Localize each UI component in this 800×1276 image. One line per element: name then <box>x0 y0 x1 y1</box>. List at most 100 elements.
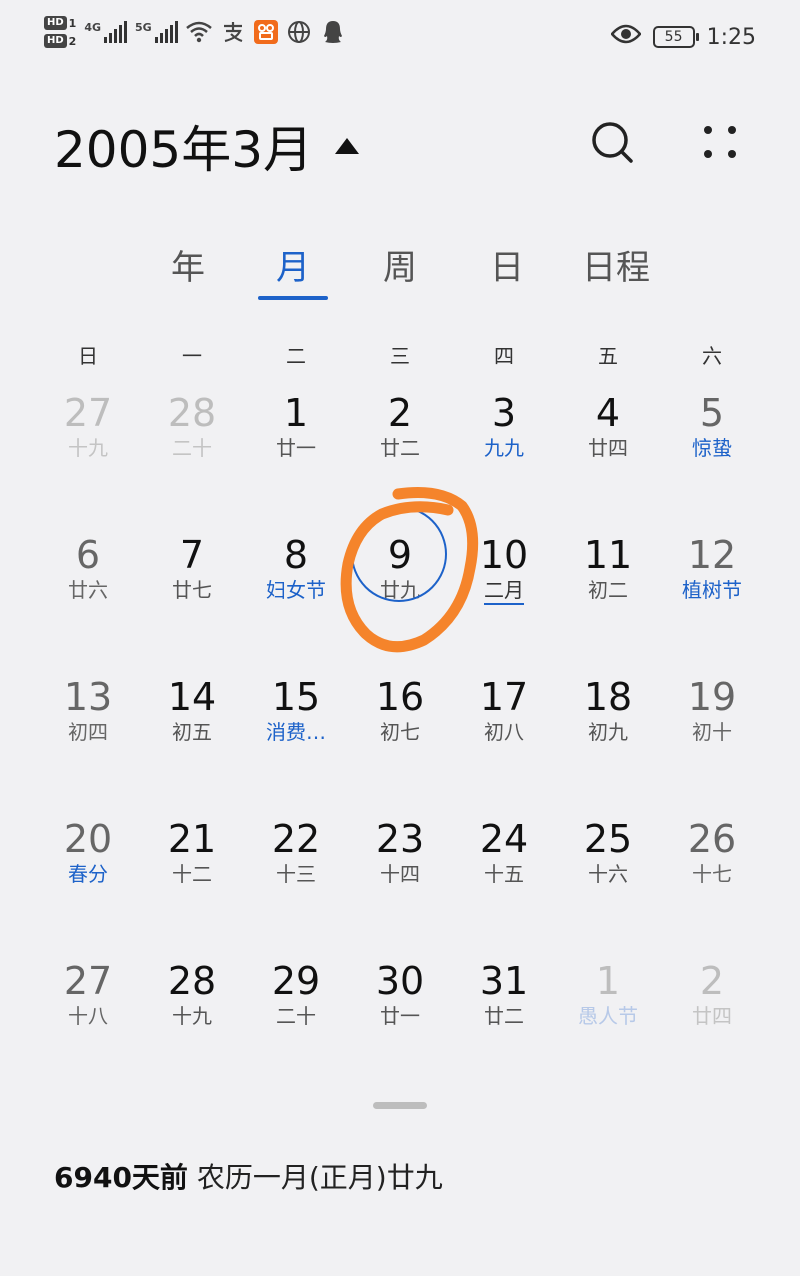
day-number: 6 <box>75 533 101 577</box>
day-number: 18 <box>583 675 633 719</box>
day-number: 17 <box>479 675 529 719</box>
day-number: 12 <box>687 533 737 577</box>
lunar-day-label: 二十 <box>172 436 212 460</box>
lunar-day-label: 初二 <box>588 578 628 602</box>
lunar-day-label: 初七 <box>380 720 420 744</box>
calendar-day[interactable]: 29 二十 <box>244 960 348 1102</box>
day-number: 22 <box>271 817 321 861</box>
day-number: 27 <box>63 391 113 435</box>
qq-icon <box>320 19 346 45</box>
collapse-triangle-icon[interactable] <box>335 138 360 154</box>
lunar-day-label: 初四 <box>68 720 108 744</box>
calendar-day[interactable]: 23 十四 <box>348 818 452 960</box>
calendar-day[interactable]: 11 初二 <box>556 534 660 676</box>
month-selector[interactable]: 2005年3月 <box>54 110 360 182</box>
lunar-day-label: 十八 <box>68 1004 108 1028</box>
calendar-day[interactable]: 30 廿一 <box>348 960 452 1102</box>
tab-year[interactable]: 年 <box>168 240 208 289</box>
lunar-day-label: 廿四 <box>692 1004 732 1028</box>
day-number: 27 <box>63 959 113 1003</box>
day-number: 25 <box>583 817 633 861</box>
tab-week[interactable]: 周 <box>380 240 420 289</box>
calendar-day[interactable]: 27 十九 <box>36 392 140 534</box>
weekday-label: 一 <box>182 344 202 368</box>
globe-icon <box>286 19 312 45</box>
calendar-day[interactable]: 22 十三 <box>244 818 348 960</box>
festival-label: 消费… <box>266 720 326 744</box>
day-number: 23 <box>375 817 425 861</box>
calendar-day[interactable]: 6 廿六 <box>36 534 140 676</box>
battery-icon: 55 <box>652 26 699 48</box>
day-number: 30 <box>375 959 425 1003</box>
page-title[interactable]: 2005年3月 <box>54 110 313 182</box>
calendar-day[interactable]: 25 十六 <box>556 818 660 960</box>
tab-month[interactable]: 月 <box>273 240 313 289</box>
calendar-day[interactable]: 24 十五 <box>452 818 556 960</box>
lunar-day-label: 初十 <box>692 720 732 744</box>
festival-label: 妇女节 <box>266 578 326 602</box>
calendar-day[interactable]: 17 初八 <box>452 676 556 818</box>
calendar-day[interactable]: 2 廿四 <box>660 960 764 1102</box>
calendar-day[interactable]: 26 十七 <box>660 818 764 960</box>
app-icon <box>253 20 278 44</box>
calendar-day[interactable]: 28 十九 <box>140 960 244 1102</box>
tab-day[interactable]: 日 <box>487 240 527 289</box>
calendar-day[interactable]: 10 二月 <box>452 534 556 676</box>
day-number: 26 <box>687 817 737 861</box>
festival-label: 九九 <box>484 436 524 460</box>
calendar-day-selected[interactable]: 9 廿九 <box>348 506 452 676</box>
more-dot <box>704 126 712 134</box>
lunar-day-label: 廿四 <box>588 436 628 460</box>
calendar-day[interactable]: 1 愚人节 <box>556 960 660 1102</box>
day-number: 19 <box>687 675 737 719</box>
days-ago-text: 6940天前 <box>54 1161 188 1194</box>
calendar-day[interactable]: 19 初十 <box>660 676 764 818</box>
hd1-indicator: HD 1 <box>44 16 76 30</box>
hd1-label: HD <box>44 16 67 30</box>
calendar-day[interactable]: 12 植树节 <box>660 534 764 676</box>
calendar-day[interactable]: 14 初五 <box>140 676 244 818</box>
calendar-day[interactable]: 28 二十 <box>140 392 244 534</box>
drag-handle[interactable] <box>373 1102 427 1109</box>
lunar-day-label: 廿九 <box>380 578 420 602</box>
calendar-day[interactable]: 4 廿四 <box>556 392 660 534</box>
calendar-day[interactable]: 16 初七 <box>348 676 452 818</box>
search-icon <box>592 122 633 163</box>
calendar-day[interactable]: 21 十二 <box>140 818 244 960</box>
lunar-date-text: 农历一月(正月)廿九 <box>196 1161 443 1194</box>
calendar-day[interactable]: 20 春分 <box>36 818 140 960</box>
day-number: 24 <box>479 817 529 861</box>
calendar-day[interactable]: 18 初九 <box>556 676 660 818</box>
lunar-day-label: 廿一 <box>276 436 316 460</box>
lunar-day-label: 十六 <box>588 862 628 886</box>
calendar-day[interactable]: 31 廿二 <box>452 960 556 1102</box>
weekday-label: 日 <box>78 344 98 368</box>
status-left: HD 1 HD 2 4G 5G <box>44 16 346 48</box>
calendar-day[interactable]: 3 九九 <box>452 392 556 534</box>
day-number: 1 <box>283 391 309 435</box>
weekday-header: 日 一 二 三 四 五 六 <box>36 340 764 369</box>
more-menu-button[interactable] <box>696 120 744 164</box>
day-number: 10 <box>479 533 529 577</box>
calendar-day[interactable]: 5 惊蛰 <box>660 392 764 534</box>
lunar-day-label: 二十 <box>276 1004 316 1028</box>
day-number: 5 <box>699 391 725 435</box>
calendar-day[interactable]: 15 消费… <box>244 676 348 818</box>
day-number: 4 <box>595 391 621 435</box>
calendar-day[interactable]: 8 妇女节 <box>244 534 348 676</box>
tab-schedule[interactable]: 日程 <box>580 240 652 289</box>
calendar-day[interactable]: 1 廿一 <box>244 392 348 534</box>
lunar-day-label: 十四 <box>380 862 420 886</box>
calendar-day[interactable]: 7 廿七 <box>140 534 244 676</box>
festival-label: 春分 <box>68 862 108 886</box>
day-number: 2 <box>699 959 725 1003</box>
calendar-day[interactable]: 27 十八 <box>36 960 140 1102</box>
calendar-day[interactable]: 13 初四 <box>36 676 140 818</box>
search-button[interactable] <box>588 118 636 166</box>
hd2-label: HD <box>44 34 67 48</box>
day-number: 29 <box>271 959 321 1003</box>
day-number: 28 <box>167 959 217 1003</box>
day-number: 9 <box>387 533 413 577</box>
day-number: 3 <box>491 391 517 435</box>
lunar-day-label: 初八 <box>484 720 524 744</box>
